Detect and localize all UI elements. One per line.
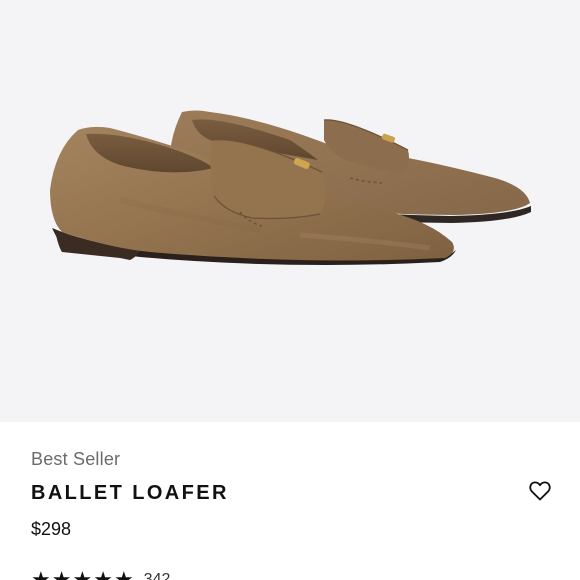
wishlist-button[interactable] [528,479,552,503]
product-page: Best Seller BALLET LOAFER $298 ★ ★ ★ ★ ★… [0,0,580,580]
star-icon: ★ [93,567,113,580]
product-image[interactable] [0,0,580,422]
loafer-pair-illustration [50,110,531,266]
product-price: $298 [31,519,72,539]
rating-summary[interactable]: ★ ★ ★ ★ ★ 342 [31,568,170,580]
review-count: 342 [143,571,171,580]
star-icon: ★ [51,567,72,580]
star-icon: ★ [113,567,134,580]
best-seller-badge: Best Seller [31,449,121,469]
star-icon: ★ [31,567,51,580]
star-icon: ★ [72,567,93,580]
product-info: Best Seller BALLET LOAFER $298 ★ ★ ★ ★ ★… [0,422,580,580]
product-title: BALLET LOAFER [31,482,229,504]
heart-outline-icon [529,481,551,501]
